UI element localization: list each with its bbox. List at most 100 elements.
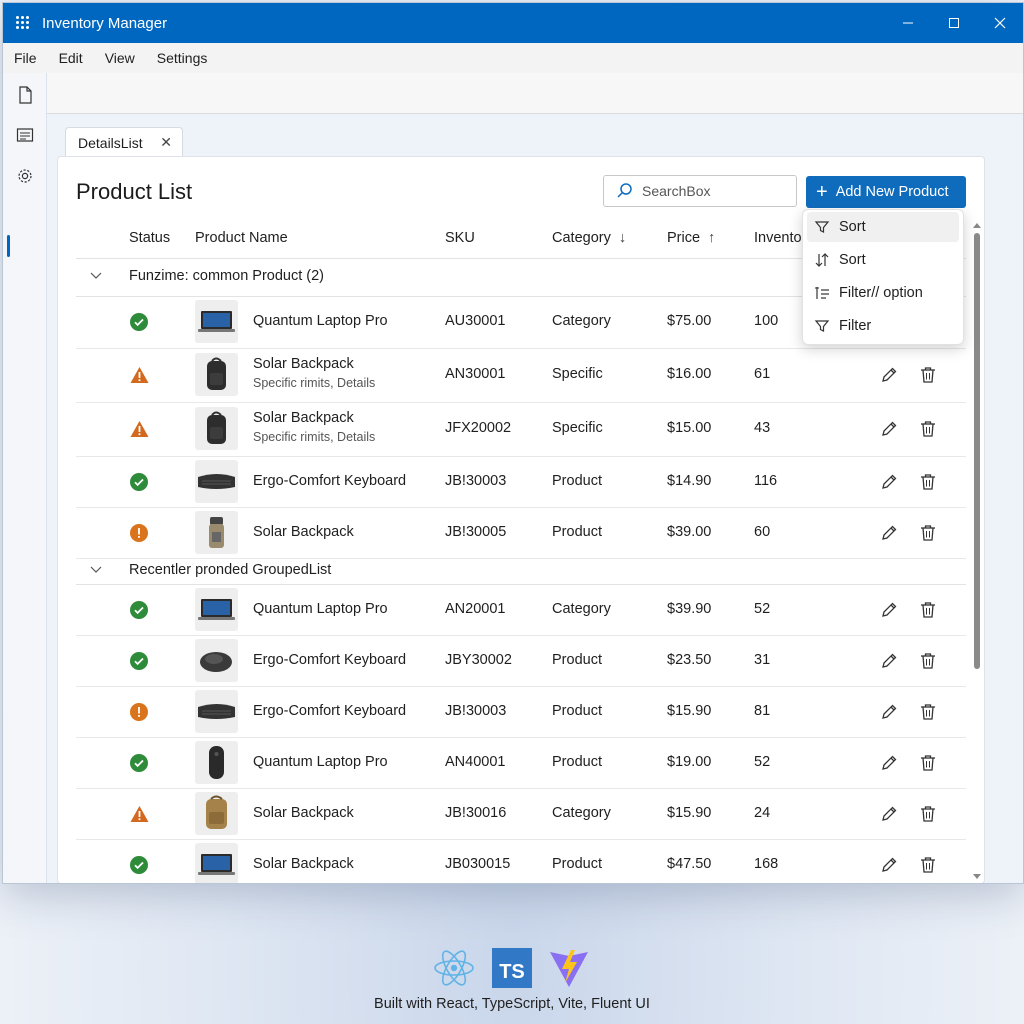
- search-icon: [617, 183, 632, 198]
- dropdown-item-sort-2[interactable]: Sort: [807, 245, 959, 275]
- price-cell: $23.50: [667, 652, 712, 668]
- dropdown-item-label: Filter: [839, 318, 872, 334]
- tab-detailslist[interactable]: DetailsList ✕: [65, 127, 183, 158]
- tab-close-icon[interactable]: ✕: [160, 134, 172, 151]
- table-row[interactable]: Ergo-Comfort Keyboard JBY30002 Product $23.…: [76, 635, 966, 687]
- inventory-cell: 31: [754, 652, 771, 668]
- delete-trash-icon[interactable]: [918, 702, 938, 722]
- vite-logo-icon: [550, 950, 588, 987]
- table-row[interactable]: Solar Backpack JB!30005 Product $39.00 60: [76, 507, 966, 559]
- dropdown-item-filter-option[interactable]: Filter// option: [807, 278, 959, 308]
- delete-trash-icon[interactable]: [918, 472, 938, 492]
- status-ok-icon: [130, 313, 148, 331]
- column-header-product-name[interactable]: Product Name: [195, 230, 288, 246]
- table-row[interactable]: Quantum Laptop Pro AN40001 Product $19.00 52: [76, 737, 966, 789]
- scrollbar-thumb[interactable]: [974, 233, 980, 669]
- search-input[interactable]: [640, 182, 794, 200]
- status-alert-icon: [130, 703, 148, 721]
- edit-pencil-icon[interactable]: [879, 365, 899, 385]
- filter-icon: [813, 317, 831, 335]
- group-header[interactable]: Recentler pronded GroupedList: [76, 558, 966, 585]
- status-ok-icon: [130, 601, 148, 619]
- dropdown-item-sort[interactable]: Sort: [807, 212, 959, 242]
- table-row[interactable]: Solar Backpack JB!30016 Category $15.90 24: [76, 788, 966, 840]
- table-row[interactable]: Quantum Laptop Pro AN20001 Category $39.90 5…: [76, 584, 966, 636]
- add-new-product-button[interactable]: + Add New Product: [806, 176, 966, 208]
- table-row[interactable]: Ergo-Comfort Keyboard JB!30003 Product $15.…: [76, 686, 966, 738]
- group-label: Recentler pronded GroupedList: [129, 562, 332, 578]
- dropdown-item-label: Sort: [839, 252, 866, 268]
- inventory-cell: 43: [754, 420, 771, 436]
- product-name: Ergo-Comfort Keyboard: [253, 473, 407, 489]
- delete-trash-icon[interactable]: [918, 855, 938, 875]
- delete-trash-icon[interactable]: [918, 419, 938, 439]
- inventory-cell: 52: [754, 601, 771, 617]
- menu-settings[interactable]: Settings: [146, 50, 219, 66]
- rail-list-button[interactable]: [11, 121, 39, 149]
- edit-pencil-icon[interactable]: [879, 419, 899, 439]
- delete-trash-icon[interactable]: [918, 804, 938, 824]
- table-row[interactable]: Solar Backpack Specific rimits, Details AN…: [76, 348, 966, 403]
- status-warning-icon: [130, 421, 149, 437]
- table-row[interactable]: Ergo-Comfort Keyboard JB!30003 Product $14.…: [76, 456, 966, 508]
- dropdown-item-label: Sort: [839, 219, 866, 235]
- product-name: Solar Backpack: [253, 524, 354, 540]
- product-name: Quantum Laptop Pro: [253, 601, 388, 617]
- product-name: Ergo-Comfort Keyboard: [253, 703, 407, 719]
- dropdown-item-filter[interactable]: Filter: [807, 311, 959, 341]
- sort-descending-icon: ↓: [618, 230, 627, 246]
- left-rail: [3, 73, 47, 883]
- minimize-button[interactable]: [885, 3, 931, 43]
- edit-pencil-icon[interactable]: [879, 600, 899, 620]
- search-box[interactable]: [603, 175, 797, 207]
- maximize-button[interactable]: [931, 3, 977, 43]
- inventory-cell: 81: [754, 703, 771, 719]
- delete-trash-icon[interactable]: [918, 651, 938, 671]
- edit-pencil-icon[interactable]: [879, 804, 899, 824]
- column-header-price[interactable]: Price ↑: [667, 230, 715, 246]
- status-icon: [130, 473, 148, 491]
- edit-pencil-icon[interactable]: [879, 472, 899, 492]
- table-row[interactable]: Solar Backpack JB030015 Product $47.50 168: [76, 839, 966, 883]
- status-icon: [130, 524, 148, 542]
- category-cell: Product: [552, 524, 602, 540]
- menu-file[interactable]: File: [3, 50, 48, 66]
- edit-pencil-icon[interactable]: [879, 753, 899, 773]
- price-cell: $39.90: [667, 601, 712, 617]
- delete-trash-icon[interactable]: [918, 523, 938, 543]
- column-header-status[interactable]: Status: [129, 230, 170, 246]
- product-thumbnail: [195, 690, 238, 733]
- column-header-inventory[interactable]: Inventor: [754, 230, 806, 246]
- product-thumbnail: [195, 792, 238, 835]
- column-header-category[interactable]: Category ↓: [552, 230, 626, 246]
- title-bar: Inventory Manager: [3, 3, 1023, 43]
- delete-trash-icon[interactable]: [918, 365, 938, 385]
- rail-settings-button[interactable]: [11, 162, 39, 190]
- edit-pencil-icon[interactable]: [879, 651, 899, 671]
- rail-document-button[interactable]: [11, 81, 39, 109]
- menu-view[interactable]: View: [94, 50, 146, 66]
- dropdown-item-label: Filter// option: [839, 285, 923, 301]
- sku-cell: JB030015: [445, 856, 511, 872]
- price-cell: $16.00: [667, 366, 712, 382]
- inventory-cell: 116: [754, 473, 778, 489]
- inventory-cell: 60: [754, 524, 771, 540]
- edit-pencil-icon[interactable]: [879, 855, 899, 875]
- chevron-down-icon[interactable]: [90, 563, 102, 578]
- window-title: Inventory Manager: [42, 14, 168, 32]
- edit-pencil-icon[interactable]: [879, 702, 899, 722]
- product-thumbnail: [195, 588, 238, 631]
- column-header-sku[interactable]: SKU: [445, 230, 475, 246]
- edit-pencil-icon[interactable]: [879, 523, 899, 543]
- close-button[interactable]: [977, 3, 1023, 43]
- product-name: Solar Backpack: [253, 356, 354, 372]
- menu-edit[interactable]: Edit: [48, 50, 94, 66]
- table-row[interactable]: Solar Backpack Specific rimits, Details JF…: [76, 402, 966, 457]
- product-name: Quantum Laptop Pro: [253, 313, 388, 329]
- column-header-category-label: Category: [552, 230, 611, 246]
- delete-trash-icon[interactable]: [918, 600, 938, 620]
- vertical-scrollbar[interactable]: [972, 221, 982, 881]
- delete-trash-icon[interactable]: [918, 753, 938, 773]
- chevron-down-icon[interactable]: [90, 269, 102, 284]
- product-subtext: Specific rimits, Details: [253, 430, 376, 444]
